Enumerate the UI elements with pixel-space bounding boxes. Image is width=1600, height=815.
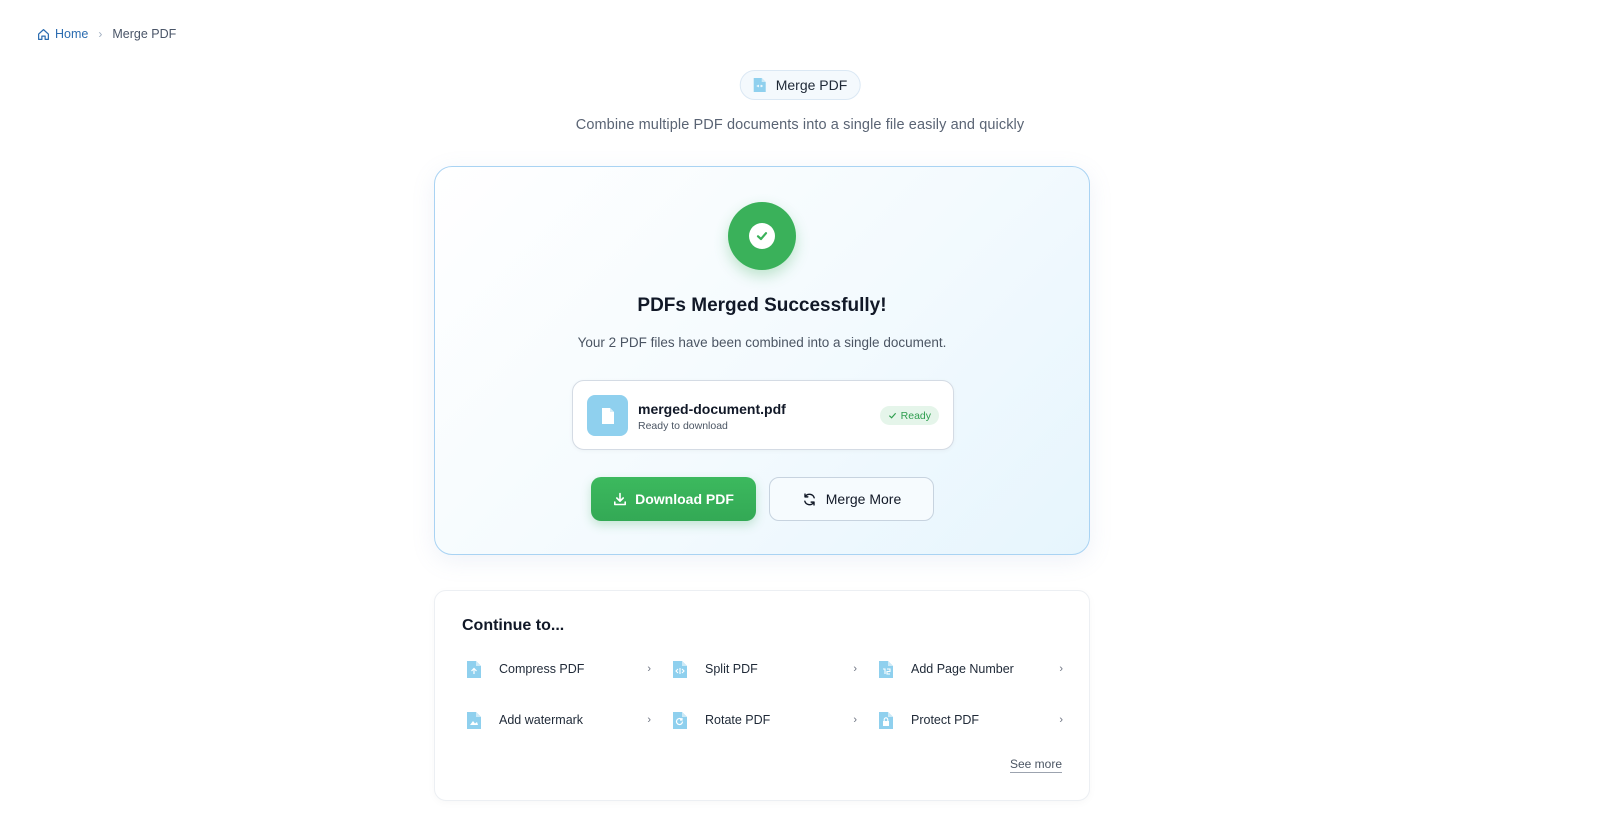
breadcrumb-home-link[interactable]: Home xyxy=(37,27,88,41)
home-icon xyxy=(38,28,49,40)
tool-link-split-pdf[interactable]: Split PDF › xyxy=(672,657,857,681)
split-icon xyxy=(673,660,687,678)
page-number-icon xyxy=(879,660,893,678)
ready-badge: Ready xyxy=(879,406,939,425)
tool-label: Rotate PDF xyxy=(705,713,771,727)
refresh-icon xyxy=(803,492,815,506)
download-pdf-label: Download PDF xyxy=(635,491,734,507)
merge-more-label: Merge More xyxy=(825,491,902,507)
breadcrumb: Home › Merge PDF xyxy=(37,27,176,41)
file-icon xyxy=(587,395,628,436)
file-name: merged-document.pdf xyxy=(638,401,786,417)
tool-badge-label: Merge PDF xyxy=(775,77,848,93)
success-indicator xyxy=(728,202,796,270)
result-title: PDFs Merged Successfully! xyxy=(637,295,887,316)
chevron-right-icon: › xyxy=(647,663,651,675)
lock-icon xyxy=(879,711,893,729)
tool-label: Compress PDF xyxy=(499,662,585,676)
result-description: Your 2 PDF files have been combined into… xyxy=(577,335,947,350)
tool-link-protect-pdf[interactable]: Protect PDF › xyxy=(878,708,1063,732)
breadcrumb-current: Merge PDF xyxy=(112,27,177,41)
download-icon xyxy=(614,492,627,506)
download-pdf-button[interactable]: Download PDF xyxy=(591,477,756,521)
rotate-icon xyxy=(673,711,687,729)
tool-label: Protect PDF xyxy=(911,713,980,727)
merge-pdf-icon xyxy=(753,78,766,92)
chevron-right-icon: › xyxy=(853,663,857,675)
tool-link-rotate-pdf[interactable]: Rotate PDF › xyxy=(672,708,857,732)
merge-result-card: PDFs Merged Successfully! Your 2 PDF fil… xyxy=(434,166,1090,555)
check-icon xyxy=(888,412,896,419)
tool-label: Add Page Number xyxy=(911,662,1014,676)
compress-icon xyxy=(467,660,481,678)
document-icon xyxy=(601,407,614,424)
see-more-link[interactable]: See more xyxy=(1009,757,1062,773)
breadcrumb-home-label: Home xyxy=(55,27,89,41)
tool-label: Split PDF xyxy=(705,662,758,676)
tool-link-add-watermark[interactable]: Add watermark › xyxy=(466,708,651,732)
merged-file-item: merged-document.pdf Ready to download Re… xyxy=(572,380,954,450)
merge-more-button[interactable]: Merge More xyxy=(769,477,934,521)
watermark-icon xyxy=(467,711,481,729)
tool-link-add-page-number[interactable]: Add Page Number › xyxy=(878,657,1063,681)
checkmark-icon xyxy=(756,232,768,241)
ready-badge-label: Ready xyxy=(900,409,931,422)
chevron-right-icon: › xyxy=(1059,663,1063,675)
breadcrumb-separator: › xyxy=(98,27,103,41)
file-status: Ready to download xyxy=(638,420,728,432)
chevron-right-icon: › xyxy=(1059,714,1063,726)
tool-label: Add watermark xyxy=(499,713,584,727)
tool-link-compress-pdf[interactable]: Compress PDF › xyxy=(466,657,651,681)
chevron-right-icon: › xyxy=(853,714,857,726)
continue-panel: Continue to... Compress PDF › Split PDF … xyxy=(434,590,1090,801)
continue-title: Continue to... xyxy=(462,617,565,634)
tool-badge: Merge PDF xyxy=(739,70,861,100)
success-icon-inner xyxy=(749,223,775,249)
page-subtitle: Combine multiple PDF documents into a si… xyxy=(575,117,1025,133)
chevron-right-icon: › xyxy=(647,714,651,726)
